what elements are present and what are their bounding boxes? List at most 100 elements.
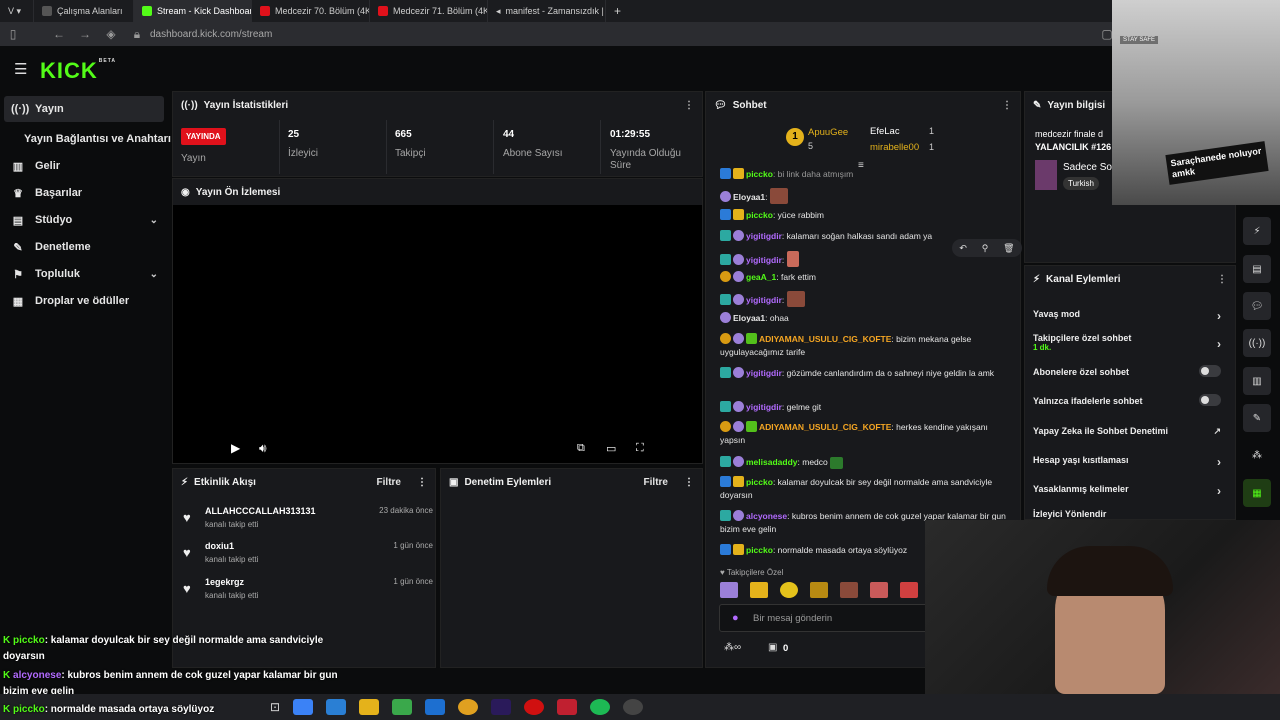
stream-title-line2: YALANCILIK #126 [1035, 142, 1112, 152]
sidebar-item-gelir[interactable]: ▥ Gelir [0, 153, 172, 179]
clapper-icon[interactable]: ▦ [1243, 479, 1271, 507]
tab-kick-dashboard[interactable]: Stream - Kick Dashboard [134, 0, 252, 22]
emote-icon[interactable] [720, 582, 738, 598]
chevron-right-icon: › [1217, 484, 1221, 498]
theater-icon[interactable]: ▭ [606, 442, 616, 455]
chat-message: ADIYAMAN_USULU_CIG_KOFTE: bizim mekana g… [720, 333, 972, 357]
vivaldi-icon[interactable] [557, 699, 578, 715]
sidebar-item-yayin[interactable]: ((·)) Yayın [4, 96, 164, 122]
store-icon[interactable] [392, 699, 413, 715]
bolt-icon: ⚡︎ [181, 476, 189, 488]
subscriber-stat: 44 Abone Sayısı [503, 129, 563, 159]
gift-icon[interactable]: ▣ [768, 642, 777, 653]
sidebar-item-basarilar[interactable]: ♛ Başarılar [0, 180, 172, 206]
emote-only-toggle[interactable] [1199, 394, 1221, 406]
moderation-filter-button[interactable]: Filtre [644, 477, 668, 488]
reply-icon[interactable]: ↶ [959, 243, 967, 254]
webcam-overlay [925, 520, 1280, 694]
sidebar-item-studyo[interactable]: ▤ Stüdyo ⌄ [0, 207, 172, 233]
sidebar-item-topluluk[interactable]: ⚑ Topluluk ⌄ [0, 261, 172, 287]
top-gifter-name: ApuuGee [808, 127, 849, 138]
explorer-icon[interactable] [359, 699, 380, 715]
tab-medcezir-71[interactable]: Medcezir 71. Bölüm (4K) - Y [370, 0, 488, 22]
overlay-video: STAY SAFE Saraçhanede noluyor amkk [1112, 0, 1280, 205]
edge-icon[interactable] [326, 699, 347, 715]
kick-logo[interactable]: KICKBETA [40, 58, 116, 84]
obs-icon[interactable] [623, 699, 644, 715]
chat-message: piccko: bi link daha atmışım [720, 168, 1010, 181]
fullscreen-icon[interactable]: ⛶ [636, 442, 644, 455]
slow-mode-row[interactable]: Yavaş mod › [1033, 309, 1221, 323]
more-options-icon[interactable]: ⋮ [1217, 274, 1227, 285]
emote-icon[interactable] [840, 582, 858, 598]
sidebar-item-droplar[interactable]: ▦ Droplar ve ödüller [0, 288, 172, 314]
more-options-icon[interactable]: ⋮ [417, 477, 427, 488]
camera-icon: ◉ [181, 186, 190, 198]
url-field[interactable]: dashboard.kick.com/stream [150, 29, 272, 40]
chat-icon: 💬︎ [714, 99, 727, 111]
gifter-name: mirabelle00 [870, 142, 920, 153]
layout-icon[interactable]: ▥ [1243, 367, 1271, 395]
activity-filter-button[interactable]: Filtre [377, 477, 401, 488]
more-options-icon[interactable]: ⋮ [1002, 100, 1012, 111]
tab-workspaces[interactable]: Çalışma Alanları [34, 0, 134, 22]
emote-icon[interactable] [780, 582, 798, 598]
shield-icon[interactable]: ◈ [98, 27, 124, 41]
stats-header: ((·)) Yayın İstatistikleri ⋮ [181, 99, 694, 111]
overlay-caption: Saraçhanede noluyor amkk [1165, 141, 1269, 185]
bolt-icon[interactable]: ⚡︎ [1243, 217, 1271, 245]
app-header [0, 46, 1112, 90]
followers-only-row[interactable]: Takipçilere özel sohbet 1 dk. › [1033, 333, 1221, 352]
emote-icon[interactable] [810, 582, 828, 598]
back-icon[interactable]: ← [46, 27, 72, 41]
list-icon[interactable]: ▤ [1243, 255, 1271, 283]
rank-badge: 1 [786, 128, 804, 146]
premiere-icon[interactable] [491, 699, 512, 715]
emote-icon[interactable] [900, 582, 918, 598]
sidebar-toggle-icon[interactable]: ▯ [0, 27, 26, 41]
account-age-row[interactable]: Hesap yaşı kısıtlaması › [1033, 455, 1221, 469]
tab-medcezir-70[interactable]: Medcezir 70. Bölüm (4K) - Y [252, 0, 370, 22]
chat-message: piccko: kalamar doyulcak bir sey değil n… [720, 476, 993, 500]
delete-icon[interactable]: 🗑︎ [1003, 243, 1014, 254]
pip-icon[interactable]: ⧉ [577, 442, 585, 455]
language-tag: Turkish [1063, 177, 1099, 190]
volume-icon[interactable]: 🔊︎ [259, 441, 267, 456]
emote-icon[interactable] [750, 582, 768, 598]
sidebar-item-denetleme[interactable]: ✎ Denetleme [0, 234, 172, 260]
new-tab-button[interactable]: + [606, 0, 629, 22]
chat-icon[interactable]: 💬︎ [1243, 292, 1271, 320]
community-icon[interactable]: ⁂∞ [724, 642, 741, 653]
more-options-icon[interactable]: ⋮ [684, 100, 694, 111]
community-icon[interactable]: ⁂ [1243, 441, 1271, 469]
stay-safe-label: STAY SAFE [1120, 36, 1159, 44]
ai-moderation-row[interactable]: Yapay Zeka ile Sohbet Denetimi ↗ [1033, 426, 1221, 436]
forward-icon[interactable]: → [72, 27, 98, 41]
wrench-icon[interactable]: ✎ [1243, 404, 1271, 432]
sidebar-item-stream-key[interactable]: Yayın Bağlantısı ve Anahtarı [0, 126, 172, 152]
subscribers-only-toggle[interactable] [1199, 365, 1221, 377]
task-view-icon[interactable]: ⊡ [270, 700, 280, 714]
pin-icon[interactable]: ⚲ [982, 243, 989, 254]
raid-row[interactable]: İzleyici Yönlendir [1033, 509, 1221, 519]
emote-icon[interactable] [870, 582, 888, 598]
chrome-icon[interactable] [458, 699, 479, 715]
uptime-stat: 01:29:55 Yayında Olduğu Süre [610, 129, 681, 171]
banned-words-row[interactable]: Yasaklanmış kelimeler › [1033, 484, 1221, 498]
spotify-icon[interactable] [590, 699, 611, 715]
tab-manifest[interactable]: ◂ manifest - Zamansızdık | Ö [488, 0, 606, 22]
copilot-icon[interactable] [293, 699, 314, 715]
browser-tab-bar: V ▾ Çalışma Alanları Stream - Kick Dashb… [0, 0, 1280, 22]
gifter-name: EfeLac [870, 126, 900, 137]
trophy-icon: ♛ [13, 187, 23, 200]
opera-icon[interactable] [524, 699, 545, 715]
hamburger-menu-icon[interactable]: ☰ [14, 60, 27, 78]
broadcast-icon: ((·)) [181, 99, 198, 111]
broadcast-icon[interactable]: ((·)) [1243, 329, 1271, 357]
browser-menu-icon[interactable]: V ▾ [0, 0, 34, 22]
play-button[interactable]: ▶ [231, 441, 240, 455]
more-options-icon[interactable]: ⋮ [684, 477, 694, 488]
wrench-icon: ✎ [13, 241, 23, 254]
outlook-icon[interactable] [425, 699, 446, 715]
chat-message: yigitigdir: gelme git [720, 401, 1010, 414]
